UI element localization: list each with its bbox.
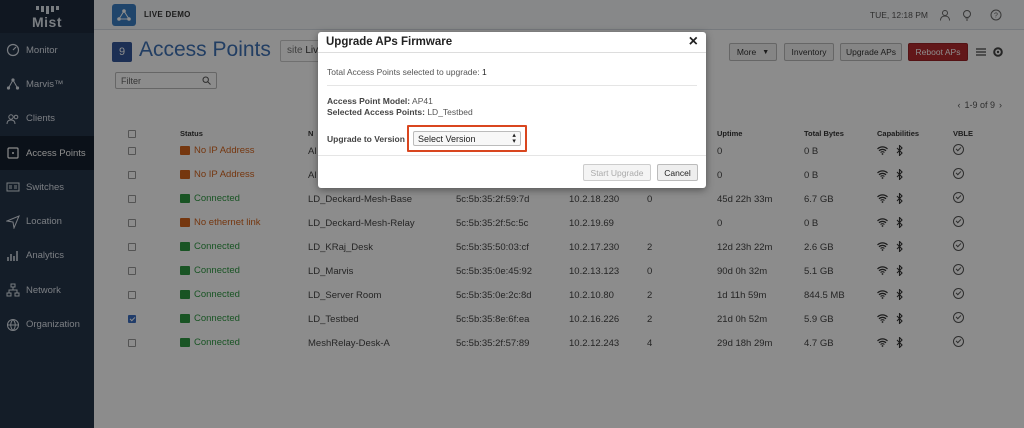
model-label: Access Point Model: (327, 96, 411, 106)
version-row: Upgrade to Version Select Version ▴ ▾ (327, 125, 697, 152)
close-icon[interactable]: × (689, 34, 698, 50)
selected-ap-label: Selected Access Points: (327, 107, 425, 117)
upgrade-firmware-modal: Upgrade APs Firmware × Total Access Poin… (318, 32, 706, 188)
cancel-button[interactable]: Cancel (657, 164, 698, 181)
modal-footer: Start Upgrade Cancel (318, 155, 706, 188)
selected-ap-row: Selected Access Points: LD_Testbed (327, 107, 697, 117)
modal-body: Total Access Points selected to upgrade:… (318, 67, 706, 152)
version-select-highlight: Select Version ▴ ▾ (406, 125, 527, 152)
version-select-value: Select Version (417, 133, 476, 144)
select-arrows-icon: ▴ ▾ (512, 131, 516, 145)
modal-header: Upgrade APs Firmware × (318, 32, 706, 53)
selected-count-row: Total Access Points selected to upgrade:… (327, 67, 697, 86)
version-label: Upgrade to Version (327, 133, 405, 144)
version-select[interactable]: Select Version ▴ ▾ (412, 131, 521, 146)
modal-title: Upgrade APs Firmware (326, 36, 453, 48)
model-value: AP41 (412, 96, 433, 106)
model-row: Access Point Model: AP41 (327, 96, 697, 106)
selected-ap-value: LD_Testbed (427, 107, 473, 117)
selected-count-value: 1 (482, 67, 487, 77)
selected-count-label: Total Access Points selected to upgrade: (327, 67, 480, 77)
start-upgrade-button[interactable]: Start Upgrade (583, 164, 651, 181)
